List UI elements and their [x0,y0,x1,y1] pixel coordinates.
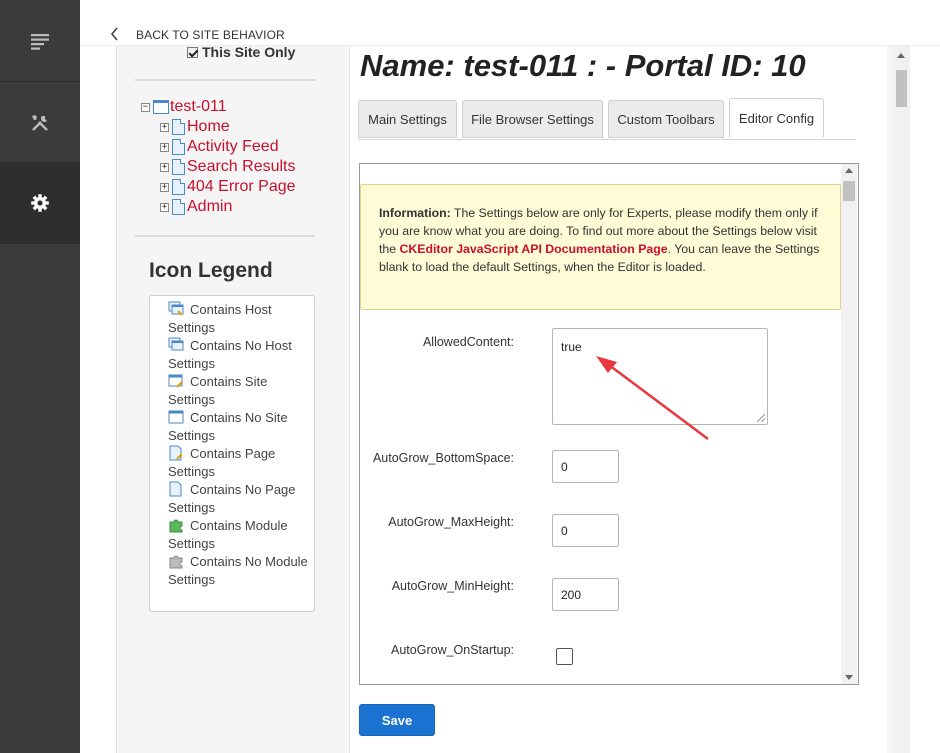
legend-item: Contains Page Settings [168,445,276,479]
tab-main-settings[interactable]: Main Settings [358,100,457,138]
autogrow-onstartup-checkbox[interactable] [556,648,573,665]
legend-item: Contains No Host Settings [168,337,292,371]
tree-item-home[interactable]: + Home [160,118,230,136]
rail-content-button[interactable] [0,2,80,82]
page-scrollbar[interactable] [893,46,910,753]
module-settings-icon [168,517,184,533]
tree-root-label[interactable]: test-011 [170,98,227,116]
no-page-settings-icon [168,481,184,497]
scroll-down-icon[interactable] [845,675,853,680]
tree-item-label[interactable]: Home [187,118,230,136]
legend-title: Icon Legend [149,259,273,282]
site-icon [153,100,169,114]
no-module-settings-icon [168,553,184,569]
legend-item: Contains Site Settings [168,373,268,407]
page-icon [172,119,185,135]
host-settings-icon [168,301,184,317]
scrollbar-thumb[interactable] [843,181,855,201]
page-title: Name: test-011 : - Portal ID: 10 [360,48,806,83]
autogrow-bottomspace-input[interactable]: 0 [552,450,619,483]
page-icon [172,139,185,155]
tree-item-label[interactable]: Search Results [187,158,296,176]
page-icon [172,179,185,195]
allowed-content-value: true [561,340,582,354]
tree-item-label[interactable]: Activity Feed [187,138,279,156]
no-host-settings-icon [168,337,184,353]
tree-item-label[interactable]: Admin [187,198,232,216]
autogrow-minheight-input[interactable]: 200 [552,578,619,611]
back-to-site-behavior-link[interactable]: BACK TO SITE BEHAVIOR [136,28,285,42]
allowed-content-textarea[interactable]: true [552,328,768,425]
tree-root-node[interactable]: − test-011 [141,98,227,116]
legend-item: Contains No Module Settings [168,553,308,587]
site-settings-icon [168,373,184,389]
tree-item-admin[interactable]: + Admin [160,198,232,216]
expand-icon[interactable]: + [160,122,169,132]
autogrow-maxheight-label: AutoGrow_MaxHeight: [388,515,514,529]
page-icon [172,199,185,215]
tools-icon [32,114,48,131]
expand-icon[interactable]: + [160,202,169,212]
allowed-content-label: AllowedContent: [422,335,514,349]
this-site-only-label: This Site Only [202,44,296,60]
page-icon [172,159,185,175]
settings-icon [31,193,49,212]
page-scrollbar-thumb[interactable] [896,70,907,107]
expand-icon[interactable]: + [160,182,169,192]
no-site-settings-icon [168,409,184,425]
tree-item-search-results[interactable]: + Search Results [160,158,296,176]
information-box: Information: The Settings below are only… [360,184,841,310]
tree-item-404-error-page[interactable]: + 404 Error Page [160,178,296,196]
legend-item: Contains No Page Settings [168,481,296,515]
chevron-left-icon[interactable] [110,27,120,41]
expand-icon[interactable]: + [160,162,169,172]
info-lead: Information: [379,206,451,220]
tree-item-activity-feed[interactable]: + Activity Feed [160,138,279,156]
scroll-up-icon[interactable] [845,168,853,173]
rail-settings-button[interactable] [0,163,80,243]
tab-file-browser-settings[interactable]: File Browser Settings [462,100,603,138]
autogrow-maxheight-input[interactable]: 0 [552,514,619,547]
tree-divider-bottom [135,235,315,237]
autogrow-onstartup-label: AutoGrow_OnStartup: [391,643,514,657]
tree-divider-top [135,79,315,81]
save-button[interactable]: Save [359,704,435,736]
settings-scrollbar[interactable] [841,164,857,684]
tab-editor-config[interactable]: Editor Config [729,98,824,138]
page-settings-icon [168,445,184,461]
this-site-only-checkbox[interactable] [187,47,198,58]
ckeditor-api-docs-link[interactable]: CKEditor JavaScript API Documentation Pa… [400,242,668,256]
this-site-only-option[interactable]: This Site Only [187,44,295,60]
tree-item-label[interactable]: 404 Error Page [187,178,296,196]
expand-icon[interactable]: + [160,142,169,152]
page-scroll-up-icon[interactable] [897,53,905,58]
left-nav-rail [0,0,80,753]
rail-divider [0,243,80,244]
tab-custom-toolbars[interactable]: Custom Toolbars [608,100,724,138]
content-icon [31,33,49,50]
autogrow-bottomspace-label: AutoGrow_BottomSpace: [372,451,514,465]
resize-grip[interactable] [757,414,765,422]
tab-baseline [358,139,856,140]
legend-item: Contains No Site Settings [168,409,288,443]
legend-item: Contains Host Settings [168,301,272,335]
collapse-icon[interactable]: − [141,102,150,112]
legend-item: Contains Module Settings [168,517,288,551]
autogrow-minheight-label: AutoGrow_MinHeight: [391,579,514,593]
rail-tools-button[interactable] [0,83,80,163]
